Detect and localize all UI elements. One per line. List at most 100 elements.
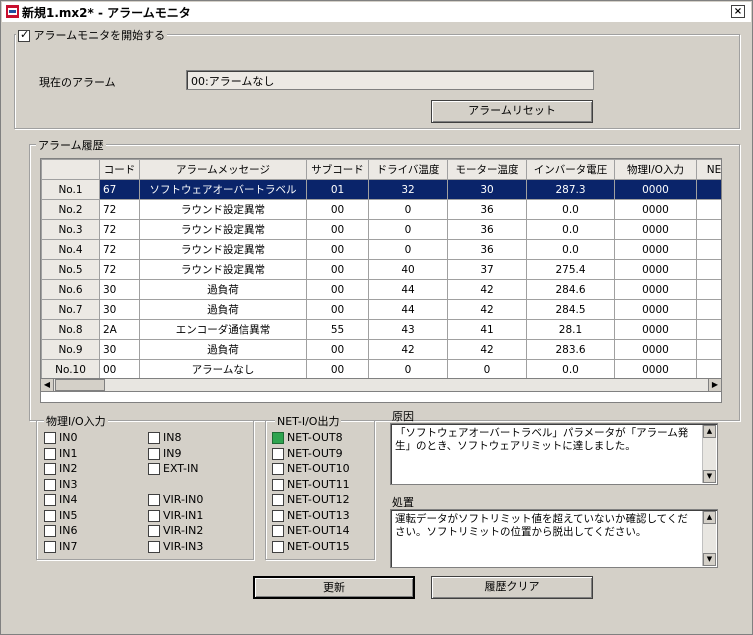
io-lamp-icon [44, 463, 56, 475]
table-cell-code: 72 [99, 219, 140, 240]
horizontal-scrollbar[interactable]: ◀ ▶ [40, 378, 722, 392]
io-label: NET-OUT11 [287, 477, 350, 491]
cause-textbox[interactable]: 「ソフトウェアオーバートラベル」パラメータが「アラーム発生」のとき、ソフトウェア… [390, 423, 718, 485]
table-cell-inverter: 275.4 [526, 259, 615, 280]
io-label: IN9 [163, 446, 182, 460]
scroll-right-icon[interactable]: ▶ [708, 379, 721, 391]
io-lamp-icon [272, 509, 284, 522]
table-cell-message: 過負荷 [139, 339, 307, 360]
current-alarm-label: 現在のアラーム [39, 76, 116, 89]
table-cell-driver: 42 [368, 339, 448, 360]
column-header[interactable]: アラームメッセージ [139, 159, 307, 180]
column-header[interactable]: コード [99, 159, 140, 180]
io-indicator: IN9 [148, 447, 181, 460]
app-icon [6, 5, 19, 18]
row-header[interactable]: No.2 [41, 199, 100, 220]
column-header[interactable]: モーター温度 [447, 159, 527, 180]
scroll-up-icon[interactable]: ▲ [703, 425, 716, 438]
io-indicator: IN6 [44, 524, 77, 537]
io-indicator: NET-OUT10 [272, 462, 350, 475]
table-cell-net [696, 259, 721, 280]
table-row[interactable]: No.2 72 ラウンド設定異常 00 0 36 0.0 0000 [41, 199, 721, 220]
table-cell-inverter: 0.0 [526, 359, 615, 380]
alarm-history-table[interactable]: コード アラームメッセージ サブコード ドライバ温度 モーター温度 インバータ電圧 物理I/… [40, 158, 722, 403]
monitor-start-checkbox[interactable] [18, 28, 30, 42]
table-row[interactable]: No.5 72 ラウンド設定異常 00 40 37 275.4 0000 [41, 259, 721, 280]
io-label: IN2 [59, 462, 78, 475]
row-header[interactable]: No.7 [41, 299, 100, 320]
table-row[interactable]: No.4 72 ラウンド設定異常 00 0 36 0.0 0000 [41, 239, 721, 260]
table-cell-sub: 00 [306, 279, 369, 300]
column-header[interactable] [41, 159, 100, 180]
io-indicator: NET-OUT12 [272, 493, 350, 506]
monitor-start-toggle[interactable]: アラームモニタを開始する [16, 27, 168, 43]
row-header[interactable]: No.9 [41, 339, 100, 360]
table-row[interactable]: No.8 2A エンコーダ通信異常 55 43 41 28.1 0000 [41, 319, 721, 340]
table-cell-driver: 40 [368, 259, 448, 280]
table-row[interactable]: No.9 30 過負荷 00 42 42 283.6 0000 [41, 339, 721, 360]
table-cell-code: 30 [99, 279, 140, 300]
update-button[interactable]: 更新 [253, 576, 415, 599]
io-indicator: NET-OUT11 [272, 478, 350, 491]
table-cell-motor: 42 [447, 299, 527, 320]
row-header[interactable]: No.8 [41, 319, 100, 340]
table-cell-net [696, 179, 721, 200]
scroll-left-icon[interactable]: ◀ [41, 379, 54, 391]
io-label: IN3 [59, 477, 78, 491]
table-cell-motor: 36 [447, 239, 527, 260]
io-lamp-icon [272, 478, 284, 491]
table-cell-motor: 36 [447, 199, 527, 220]
row-header[interactable]: No.5 [41, 259, 100, 280]
io-indicator: NET-OUT9 [272, 447, 343, 460]
column-header[interactable]: ドライバ温度 [368, 159, 448, 180]
scroll-down-icon[interactable]: ▼ [703, 470, 716, 483]
table-row[interactable]: No.3 72 ラウンド設定異常 00 0 36 0.0 0000 [41, 219, 721, 240]
column-header[interactable]: NE [696, 159, 721, 180]
scroll-up-icon[interactable]: ▲ [703, 511, 716, 524]
table-cell-code: 30 [99, 339, 140, 360]
io-indicator: IN1 [44, 447, 77, 460]
table-row[interactable]: No.7 30 過負荷 00 44 42 284.5 0000 [41, 299, 721, 320]
physical-io-legend: 物理I/O入力 [44, 413, 108, 429]
table-cell-io: 0000 [614, 339, 697, 360]
io-lamp-icon [272, 447, 284, 460]
table-cell-driver: 44 [368, 299, 448, 320]
table-cell-inverter: 0.0 [526, 239, 615, 260]
io-indicator: VIR-IN0 [148, 493, 203, 506]
io-label: NET-OUT13 [287, 508, 350, 522]
io-lamp-icon [44, 525, 56, 537]
row-header[interactable]: No.3 [41, 219, 100, 240]
table-cell-message: ソフトウェアオーバートラベル [139, 179, 307, 200]
table-cell-sub: 01 [306, 179, 369, 200]
remedy-scrollbar[interactable]: ▲ ▼ [702, 511, 716, 566]
table-header-row: コード アラームメッセージ サブコード ドライバ温度 モーター温度 インバータ電圧 物理I/… [41, 159, 721, 180]
remedy-text: 運転データがソフトリミット値を超えていないか確認してください。ソフトリミットの位… [395, 513, 688, 538]
row-header[interactable]: No.4 [41, 239, 100, 260]
column-header[interactable]: インバータ電圧 [526, 159, 615, 180]
row-header[interactable]: No.10 [41, 359, 100, 380]
table-cell-inverter: 287.3 [526, 179, 615, 200]
table-cell-driver: 0 [368, 239, 448, 260]
table-cell-net [696, 199, 721, 220]
io-indicator: VIR-IN2 [148, 524, 203, 537]
row-header[interactable]: No.1 [41, 179, 100, 200]
table-cell-driver: 0 [368, 219, 448, 240]
table-row[interactable]: No.6 30 過負荷 00 44 42 284.6 0000 [41, 279, 721, 300]
alarm-reset-button[interactable]: アラームリセット [431, 100, 593, 123]
column-header[interactable]: サブコード [306, 159, 369, 180]
row-header[interactable]: No.6 [41, 279, 100, 300]
clear-history-button[interactable]: 履歴クリア [431, 576, 593, 599]
cause-scrollbar[interactable]: ▲ ▼ [702, 425, 716, 483]
table-cell-motor: 36 [447, 219, 527, 240]
remedy-textbox[interactable]: 運転データがソフトリミット値を超えていないか確認してください。ソフトリミットの位… [390, 509, 718, 568]
table-cell-driver: 0 [368, 359, 448, 380]
scroll-thumb[interactable] [55, 379, 105, 391]
table-row[interactable]: No.10 00 アラームなし 00 0 0 0.0 0000 [41, 359, 721, 380]
scroll-down-icon[interactable]: ▼ [703, 553, 716, 566]
io-lamp-icon [44, 494, 56, 506]
column-header[interactable]: 物理I/O入力 [614, 159, 697, 180]
io-indicator: VIR-IN3 [148, 540, 203, 553]
table-row[interactable]: No.1 67 ソフトウェアオーバートラベル 01 32 30 287.3 0000 [41, 179, 721, 200]
close-button[interactable]: × [731, 5, 745, 18]
table-cell-io: 0000 [614, 359, 697, 380]
